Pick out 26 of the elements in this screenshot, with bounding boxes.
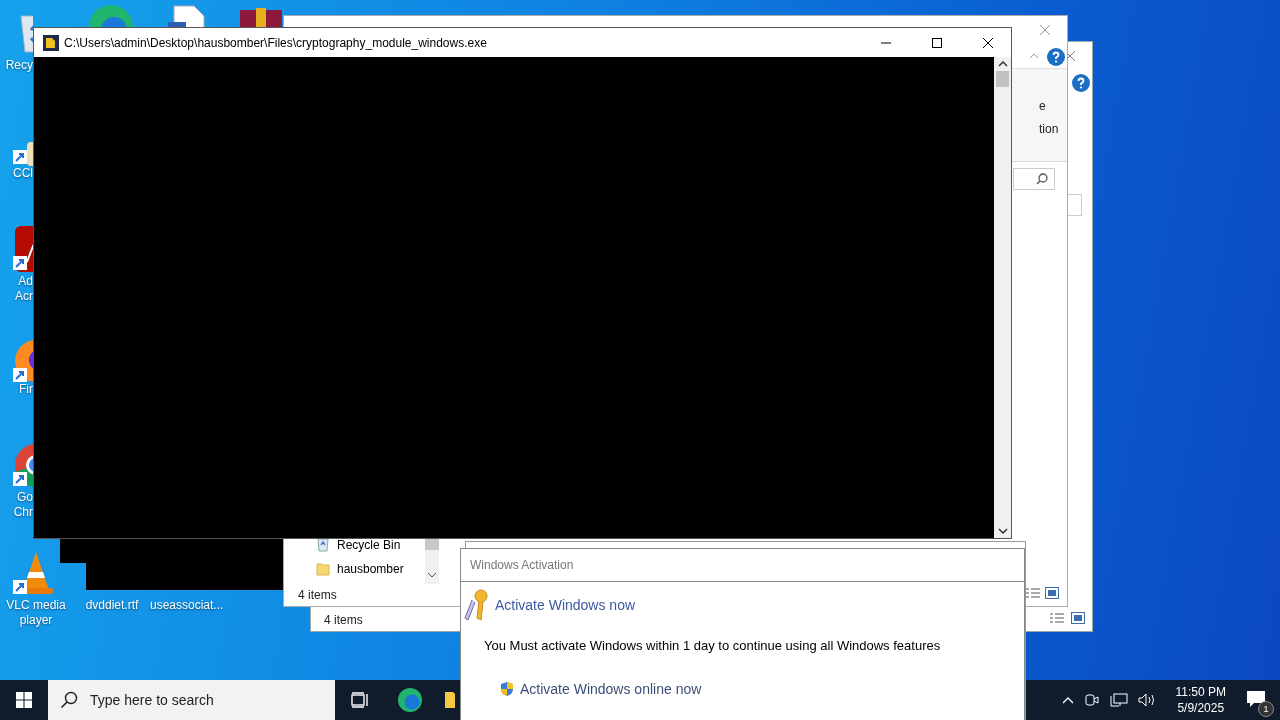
activate-online-link[interactable]: Activate Windows online now [520,681,702,697]
message: You Must activate Windows within 1 day to continue using all Windows features [484,638,942,653]
ribbon-label: e [1039,99,1046,113]
window-title: Windows Activation [470,558,574,572]
window-title: C:\Users\admin\Desktop\hausbomber\Files\cryptography_module_windows.exe [64,35,488,50]
desktop-icon-label: Ad [17,274,33,289]
desktop-icon-label: Recy [4,58,33,73]
desktop-icon-label: CCl [12,166,33,181]
desktop-icon-label: player [18,613,54,628]
status-text: 4 items [324,613,363,627]
heading: Activate Windows now [495,597,636,613]
status-text: 4 items [298,588,337,602]
desktop-icon-label: Acr [14,289,33,304]
desktop-icon-label: VLC media [5,598,67,613]
desktop-icon-label: useassociat... [150,598,222,613]
nav-item[interactable]: Recycle Bin [337,538,401,552]
notification-badge: 1 [1258,700,1274,717]
ribbon-label: tion [1039,122,1059,136]
desktop-icon-label: dvddiet.rtf [84,598,140,613]
search-input[interactable]: Type here to search [88,691,312,709]
desktop-icon-label: Go [16,490,33,505]
nav-item[interactable]: hausbomber [337,562,404,576]
clock[interactable]: 11:50 PM 5/9/2025 [1175,684,1226,716]
desktop-icon-label: Chr [12,505,33,520]
desktop-icon-label: Fir [18,382,33,397]
taskbar-search-bar[interactable]: Type here to search [48,680,335,720]
